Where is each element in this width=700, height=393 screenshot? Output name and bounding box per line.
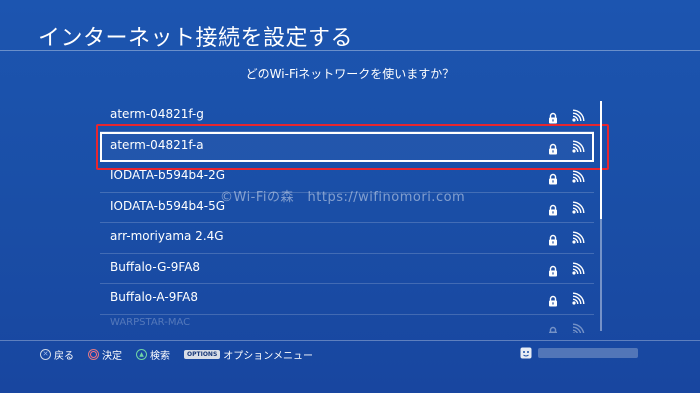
lock-icon — [547, 201, 559, 215]
wifi-signal-icon — [571, 291, 585, 305]
lock-icon — [547, 109, 559, 124]
footer-confirm[interactable]: 決定 — [88, 347, 122, 362]
network-row[interactable]: Buffalo-G-9FA8 — [100, 254, 594, 284]
wifi-signal-icon — [571, 169, 585, 183]
highlight-annotation-frame — [96, 124, 609, 170]
scrollbar-thumb[interactable] — [600, 101, 602, 219]
network-row[interactable]: WARPSTAR-MAC — [100, 315, 594, 333]
options-button-icon: OPTIONS — [184, 350, 221, 359]
footer-confirm-label: 決定 — [102, 351, 122, 362]
wifi-signal-icon — [571, 200, 585, 214]
lock-icon — [547, 231, 559, 246]
wifi-signal-icon — [571, 261, 585, 275]
network-prompt: どのWi-Fiネットワークを使いますか？ — [245, 67, 455, 81]
network-ssid: WARPSTAR-MAC — [110, 316, 191, 328]
lock-icon — [547, 323, 559, 333]
network-ssid: IODATA-b594b4-5G — [110, 198, 226, 213]
footer-search-label: 検索 — [150, 351, 170, 362]
user-name-redacted — [538, 348, 638, 358]
watermark: ©Wi-Fiの森 https://wifinomori.com — [220, 190, 466, 205]
footer-options[interactable]: OPTIONS オプションメニュー — [184, 347, 313, 362]
cross-button-icon: ✕ — [40, 349, 51, 360]
lock-icon — [547, 262, 559, 276]
circle-button-icon — [88, 349, 99, 360]
page-title: インターネット接続を設定する — [38, 26, 354, 51]
network-row[interactable]: arr-moriyama 2.4G — [100, 223, 594, 254]
footer-search[interactable]: ▲ 検索 — [136, 347, 170, 362]
footer-back-label: 戻る — [54, 351, 74, 362]
network-ssid: IODATA-b594b4-2G — [110, 168, 226, 182]
footer-back[interactable]: ✕ 戻る — [40, 347, 74, 362]
wifi-signal-icon — [571, 322, 585, 333]
triangle-button-icon: ▲ — [136, 349, 147, 360]
network-ssid: Buffalo-A-9FA8 — [110, 290, 198, 304]
lock-icon — [547, 292, 559, 307]
footer-divider — [0, 340, 700, 341]
header-divider — [0, 50, 700, 51]
user-face-icon — [520, 347, 532, 359]
footer-hints: ✕ 戻る 決定 ▲ 検索 OPTIONS オプションメニュー — [40, 347, 313, 362]
wifi-signal-icon — [571, 108, 585, 122]
lock-icon — [547, 170, 559, 185]
user-status — [520, 347, 638, 359]
scrollbar[interactable] — [600, 101, 602, 331]
network-ssid: arr-moriyama 2.4G — [110, 229, 224, 243]
footer-options-label: オプションメニュー — [223, 351, 313, 362]
network-ssid: aterm-04821f-g — [110, 107, 204, 121]
wifi-signal-icon — [571, 230, 585, 244]
network-row[interactable]: Buffalo-A-9FA8 — [100, 284, 594, 315]
network-ssid: Buffalo-G-9FA8 — [110, 259, 201, 274]
